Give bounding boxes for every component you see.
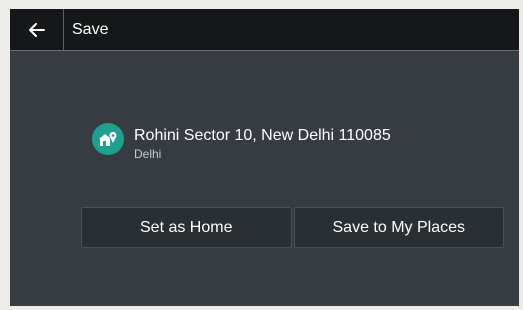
place-summary: Rohini Sector 10, New Delhi 110085 Delhi xyxy=(92,116,512,162)
top-bar: Save xyxy=(10,9,519,51)
place-subtitle: Delhi xyxy=(134,147,162,161)
save-to-my-places-button[interactable]: Save to My Places xyxy=(293,207,504,248)
back-button[interactable] xyxy=(10,9,63,50)
map-background-left xyxy=(0,0,10,310)
home-pin-icon xyxy=(92,123,124,155)
page-title: Save xyxy=(72,21,109,38)
save-place-panel: Save Rohini Sector 10, New Delhi 110085 … xyxy=(10,9,519,306)
map-background-right xyxy=(519,0,523,310)
map-background-top xyxy=(0,0,523,9)
action-buttons: Set as Home Save to My Places xyxy=(81,207,504,248)
map-background-bottom xyxy=(0,306,523,310)
arrow-left-icon xyxy=(28,22,45,37)
set-as-home-button[interactable]: Set as Home xyxy=(81,207,292,248)
header-divider xyxy=(63,9,64,50)
place-name: Rohini Sector 10, New Delhi 110085 xyxy=(134,127,391,144)
